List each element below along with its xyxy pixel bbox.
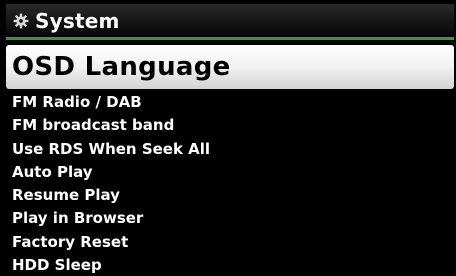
menu-item-label: OSD Language [12,52,231,82]
menu-item-osd-language[interactable]: OSD Language [6,45,454,89]
menu-item-factory-reset[interactable]: Factory Reset [12,231,210,254]
menu-list: FM Radio / DAB FM broadcast band Use RDS… [12,91,210,276]
menu-item-play-in-browser[interactable]: Play in Browser [12,207,210,230]
menu-item-use-rds-when-seek-all[interactable]: Use RDS When Seek All [12,138,210,161]
system-menu-screen: System OSD Language FM Radio / DAB FM br… [0,0,456,276]
menu-item-fm-radio-dab[interactable]: FM Radio / DAB [12,91,210,114]
gear-icon [12,12,30,30]
menu-item-auto-play[interactable]: Auto Play [12,161,210,184]
menu-header: System [6,4,454,40]
menu-item-fm-broadcast-band[interactable]: FM broadcast band [12,114,210,137]
menu-item-resume-play[interactable]: Resume Play [12,184,210,207]
menu-item-hdd-sleep[interactable]: HDD Sleep [12,254,210,276]
menu-title: System [35,8,120,33]
